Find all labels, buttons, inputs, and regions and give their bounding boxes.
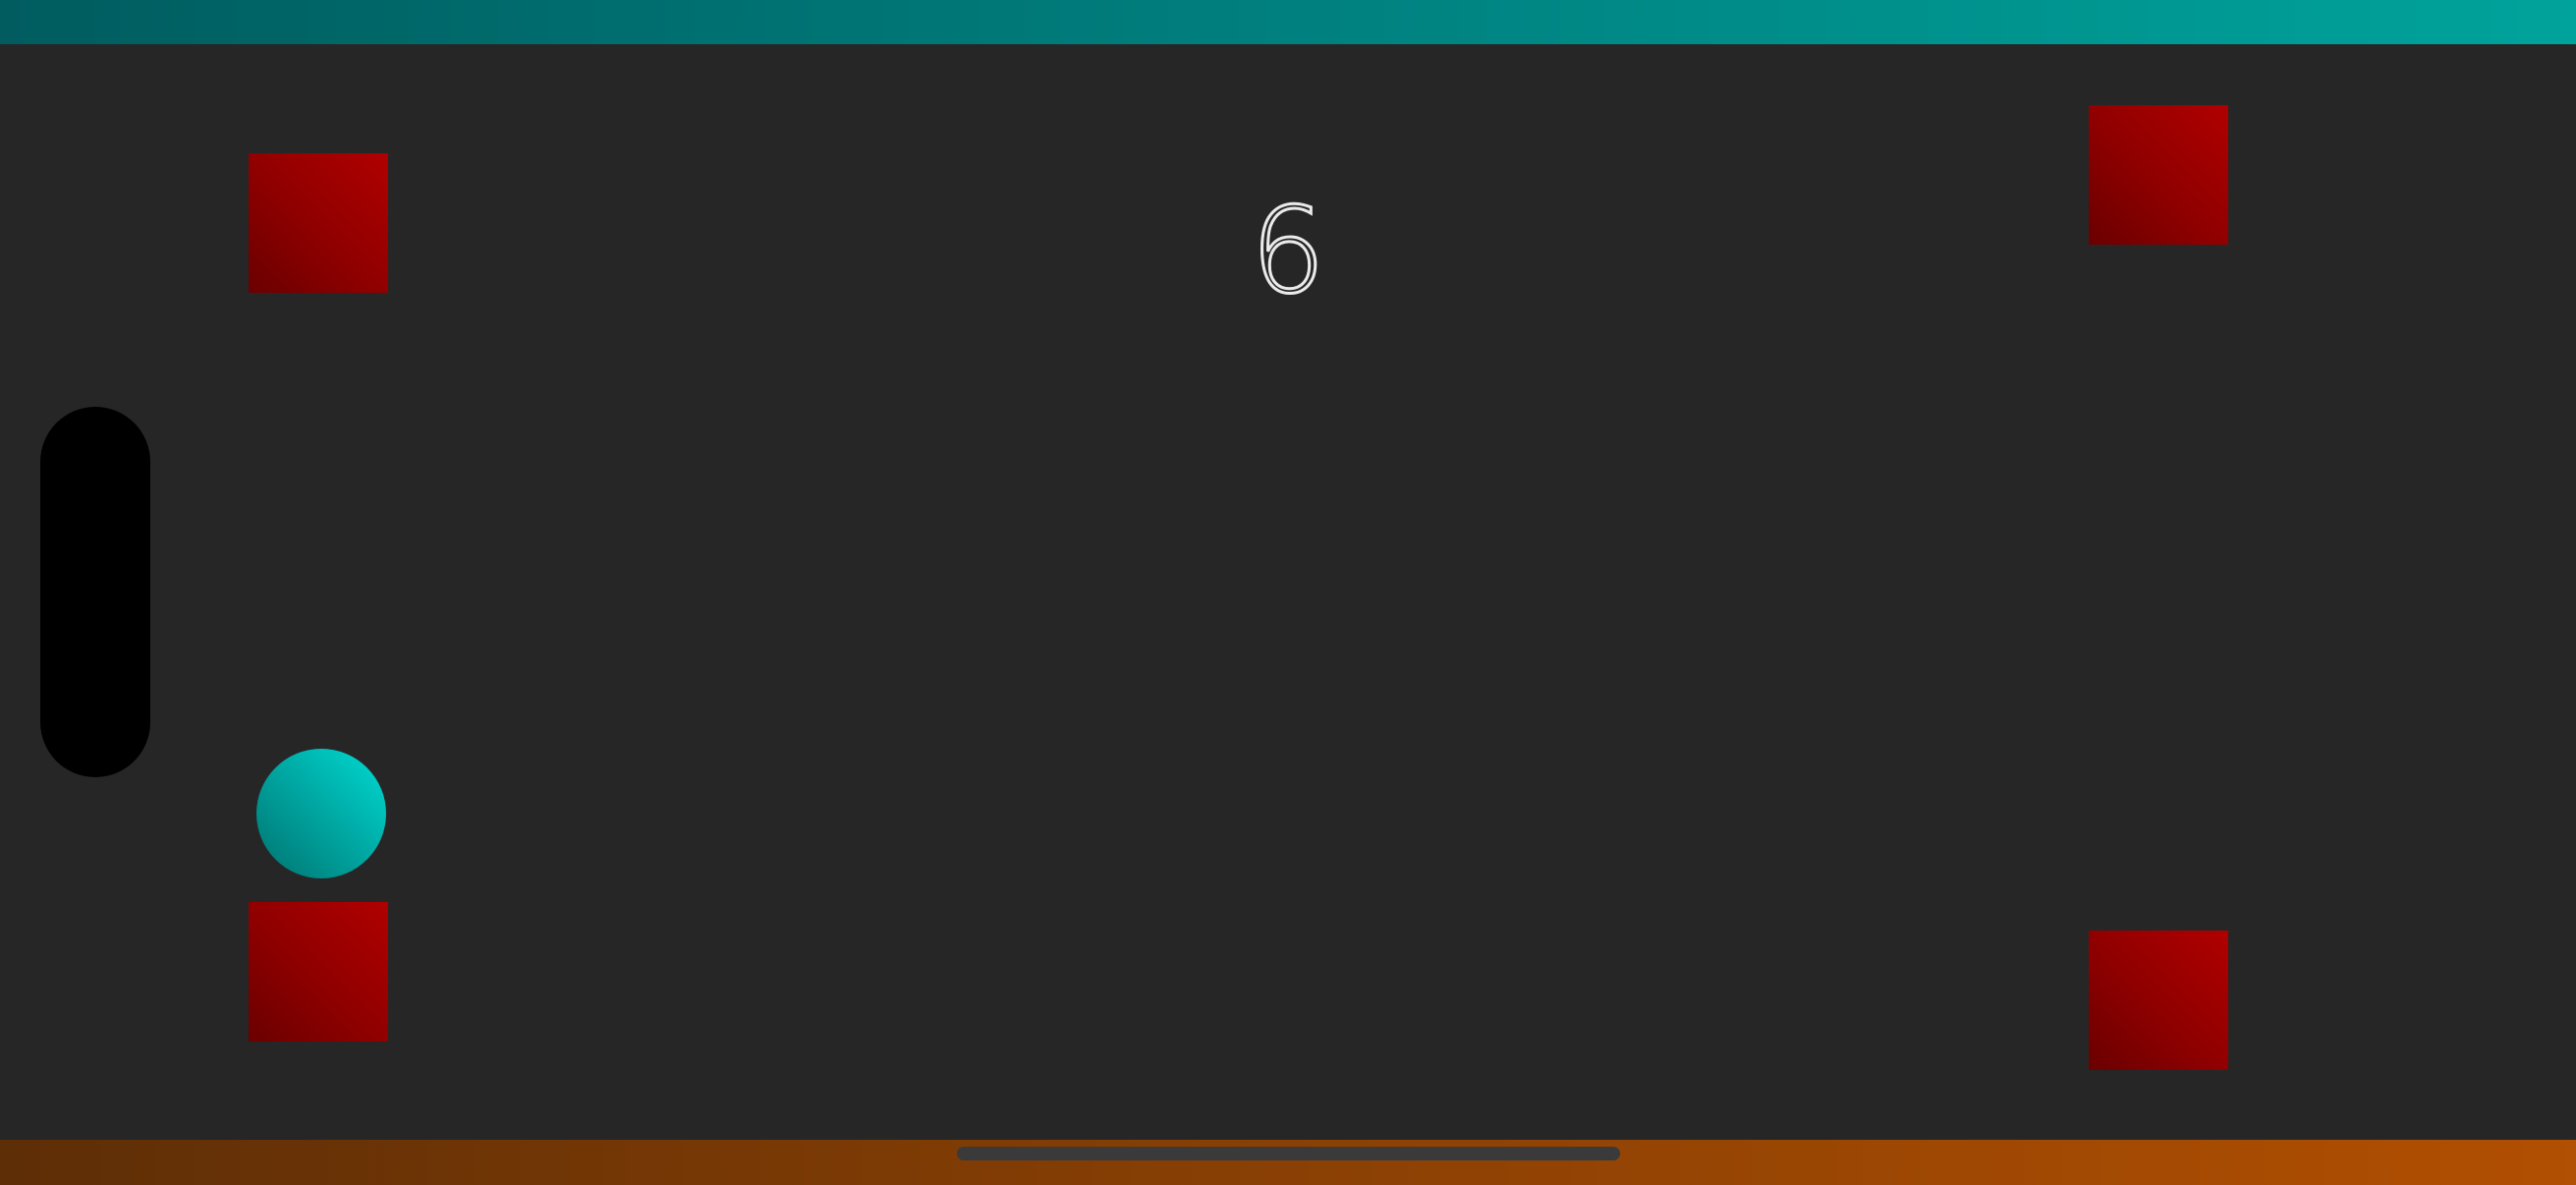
obstacle-block-top-right — [2089, 105, 2228, 245]
top-goal-bar — [0, 0, 2576, 44]
obstacle-block-top-left — [249, 153, 388, 293]
obstacle-block-bottom-right — [2089, 931, 2228, 1070]
home-indicator[interactable] — [957, 1147, 1620, 1160]
obstacle-block-bottom-left — [249, 902, 388, 1042]
ball — [256, 749, 386, 878]
score-display: 6 — [1249, 183, 1326, 322]
game-screen[interactable]: 6 — [0, 0, 2576, 1185]
player-paddle[interactable] — [40, 407, 150, 777]
